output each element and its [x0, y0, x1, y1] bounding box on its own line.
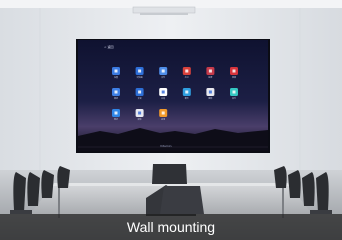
caption-bar: Wall mounting — [0, 214, 342, 240]
ceiling-light — [132, 6, 196, 14]
caption-text: Wall mounting — [126, 219, 216, 235]
app-label: 相机 — [113, 98, 119, 100]
conference-room-photo — [0, 0, 342, 240]
whiteboard-app-icon-glyph — [161, 90, 165, 94]
app-label: 文件 — [161, 77, 166, 79]
app-label: 媒体 — [137, 119, 142, 121]
app-label: 投屏 — [208, 77, 213, 79]
camera-app-icon-glyph — [114, 90, 118, 94]
app-label: 应用 — [161, 119, 166, 121]
files-app-icon-glyph — [161, 69, 165, 73]
app-label: 白板 — [161, 98, 166, 100]
browser-app-icon-glyph — [138, 69, 142, 73]
music-app-icon-glyph — [232, 90, 236, 94]
app-label: 办公 — [184, 77, 189, 79]
screen-back-label: < 返回 — [104, 45, 114, 49]
app-label: 图库 — [208, 98, 213, 100]
app-label: 视频 — [231, 77, 237, 79]
app-label: 浏览器 — [136, 77, 143, 79]
gallery-app-icon-glyph — [208, 90, 212, 94]
app-label: 音乐 — [231, 98, 237, 100]
notes-app-icon-glyph — [114, 111, 118, 115]
chat-app-icon-glyph — [185, 90, 189, 94]
screen-share-app-icon-glyph — [208, 69, 212, 73]
screen-brand-label: Vitamin — [160, 144, 172, 148]
photo-stage: < 返回 Vitamin 设置 浏览器 文件 办公 投屏 视频相机 会议 白板 聊天 图库 音乐笔记… — [0, 0, 342, 240]
office-app-icon-glyph — [185, 69, 189, 73]
settings-app-icon-glyph — [114, 69, 118, 73]
meeting-app-icon-glyph — [138, 90, 142, 94]
store-app-icon-glyph — [161, 111, 165, 115]
app-label: 设置 — [113, 77, 119, 79]
app-label: 会议 — [137, 98, 142, 100]
media-app-icon-glyph — [138, 111, 142, 115]
app-label: 笔记 — [113, 119, 119, 121]
app-label: 聊天 — [184, 98, 189, 100]
video-app-icon-glyph — [232, 69, 236, 73]
